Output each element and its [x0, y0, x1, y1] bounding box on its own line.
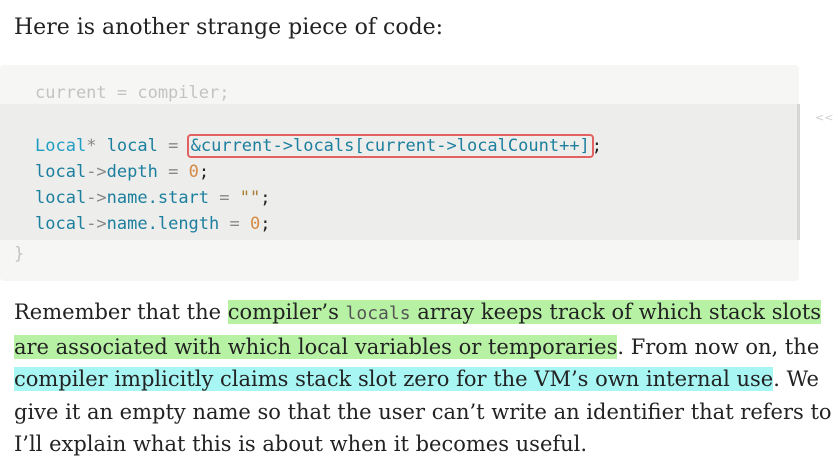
code-token-string: ""	[239, 188, 261, 208]
paragraph-text: . From now on, the	[617, 334, 820, 359]
code-token-var: local	[35, 214, 87, 234]
code-token-op: =	[219, 188, 230, 208]
margin-marker: <<	[815, 111, 833, 124]
green-highlight: compiler’s locals array keeps track of w…	[227, 300, 822, 324]
paragraph-line: I’ll explain what this is about when it …	[14, 432, 588, 456]
code-token-punct: ;	[260, 214, 271, 234]
paragraph-text: . We	[773, 367, 819, 391]
code-token-op: *	[86, 136, 97, 156]
code-token-var: local	[106, 136, 158, 156]
code-token-var: local	[35, 188, 87, 208]
code-token-field: name.length	[106, 214, 220, 234]
code-token-op: ->	[86, 188, 107, 208]
code-context-line: current = compiler;	[35, 83, 230, 103]
code-token-op: =	[168, 136, 179, 156]
paragraph-line: compiler implicitly claims stack slot ze…	[14, 363, 819, 396]
code-token-var: local	[35, 162, 87, 182]
code-block: current = compiler; Local* local = &curr…	[0, 65, 800, 281]
cyan-highlight: compiler implicitly claims stack slot ze…	[14, 367, 774, 391]
code-boxed-expression: &current->locals[current->localCount++]	[186, 134, 594, 158]
code-token-punct: ;	[591, 136, 603, 156]
body-paragraph: Remember that the compiler’s locals arra…	[14, 296, 833, 461]
code-token-op: =	[168, 162, 179, 182]
code-line-name-start: local->name.start = "";	[35, 187, 271, 209]
green-highlight: are associated with which local variable…	[14, 334, 618, 359]
code-line-depth: local->depth = 0;	[35, 161, 209, 183]
code-token-number: 0	[250, 214, 261, 234]
paragraph-line: give it an empty name so that the user c…	[14, 399, 833, 424]
code-token-op: ->	[86, 162, 107, 182]
paragraph-line: Remember that the compiler’s locals arra…	[14, 296, 822, 331]
code-token-number: 0	[188, 162, 199, 182]
highlight-text: array keeps track of which stack slots	[410, 300, 822, 324]
code-token-op: =	[229, 214, 240, 234]
inline-code: locals	[345, 303, 411, 324]
code-closing-brace: }	[14, 244, 25, 264]
code-token-type: Local	[35, 136, 87, 156]
highlight-text: compiler’s	[227, 300, 346, 324]
intro-text: Here is another strange piece of code:	[14, 15, 444, 40]
code-line-name-length: local->name.length = 0;	[35, 213, 271, 235]
paragraph-line: are associated with which local variable…	[14, 331, 819, 364]
paragraph-text: Remember that the	[14, 300, 228, 324]
code-token-op: ->	[86, 214, 107, 234]
code-token-field: depth	[106, 162, 158, 182]
code-token-field: name.start	[106, 188, 210, 208]
code-token-punct: ;	[260, 188, 271, 208]
code-line-local-decl: Local* local = &current->locals[current-…	[35, 134, 603, 158]
code-token-punct: ;	[198, 162, 210, 182]
